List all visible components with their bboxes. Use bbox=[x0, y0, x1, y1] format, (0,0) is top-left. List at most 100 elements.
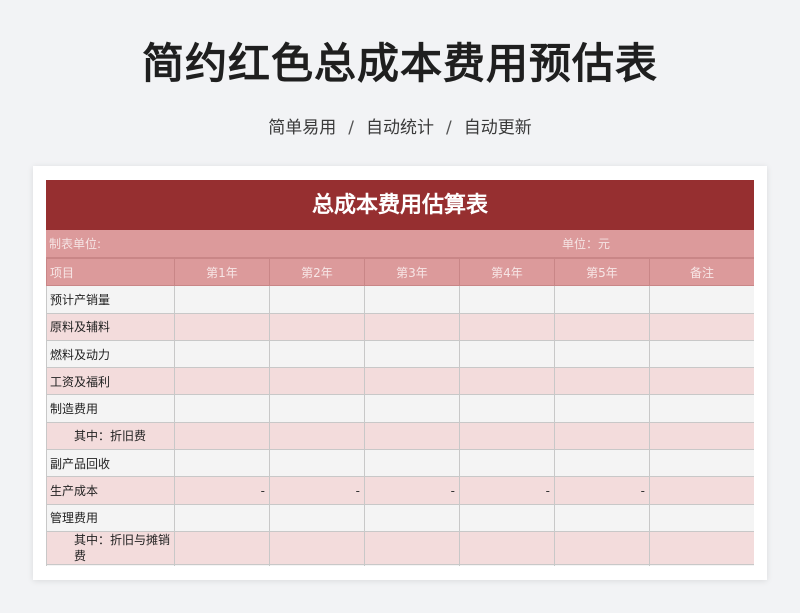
row-label: 制造费用 bbox=[46, 394, 175, 423]
table-cell[interactable] bbox=[459, 563, 555, 566]
table-cell[interactable] bbox=[459, 394, 555, 423]
table-cell[interactable] bbox=[364, 394, 460, 423]
table-cell[interactable] bbox=[364, 530, 460, 565]
table-cell[interactable] bbox=[269, 503, 365, 532]
table-cell[interactable] bbox=[649, 394, 754, 423]
table-cell[interactable] bbox=[554, 339, 650, 369]
table-cell[interactable] bbox=[649, 285, 754, 314]
row-label: 预计产销量 bbox=[46, 285, 175, 314]
tag-auto-update: 自动更新 bbox=[463, 118, 532, 138]
tag-easy: 简单易用 bbox=[268, 118, 337, 138]
table-cell[interactable] bbox=[174, 421, 270, 451]
table-cell[interactable] bbox=[364, 449, 460, 478]
table-cell[interactable] bbox=[649, 339, 754, 369]
table-body: 预计产销量 原料及辅料 燃料及动力 工资及福利 制造费用 其中：折旧费 副产品回收 生产成本 -… bbox=[46, 285, 754, 566]
row-label: 其中：折旧费 bbox=[46, 421, 175, 451]
table-cell[interactable] bbox=[649, 530, 754, 565]
column-header-notes: 备注 bbox=[649, 257, 754, 287]
table-cell[interactable] bbox=[649, 476, 754, 505]
table-cell[interactable] bbox=[364, 367, 460, 396]
table-cell[interactable] bbox=[554, 285, 650, 314]
table-cell[interactable] bbox=[269, 339, 365, 369]
column-header-year4: 第4年 bbox=[459, 257, 555, 287]
table-cell[interactable]: - bbox=[554, 476, 650, 505]
table-cell[interactable] bbox=[459, 312, 555, 341]
prepared-by-label: 制表单位: bbox=[49, 237, 102, 251]
table-cell[interactable] bbox=[269, 312, 365, 341]
table-cell[interactable] bbox=[649, 367, 754, 396]
table-cell[interactable] bbox=[269, 285, 365, 314]
table-cell[interactable] bbox=[649, 421, 754, 451]
table-cell[interactable] bbox=[649, 312, 754, 341]
column-header-row: 项目 第1年 第2年 第3年 第4年 第5年 备注 bbox=[46, 257, 754, 287]
table-cell[interactable] bbox=[554, 312, 650, 341]
table-cell[interactable] bbox=[459, 285, 555, 314]
sheet-meta-row: 制表单位: 单位：元 bbox=[46, 230, 754, 258]
table-row: 其中：折旧与摊销费 bbox=[46, 530, 754, 565]
table-cell[interactable] bbox=[174, 503, 270, 532]
table-cell[interactable] bbox=[269, 367, 365, 396]
table-cell[interactable] bbox=[269, 449, 365, 478]
column-header-year5: 第5年 bbox=[554, 257, 650, 287]
table-row: 副产品回收 bbox=[46, 449, 754, 478]
table-cell[interactable] bbox=[649, 449, 754, 478]
table-cell[interactable] bbox=[174, 449, 270, 478]
table-cell[interactable] bbox=[459, 449, 555, 478]
table-cell[interactable] bbox=[554, 394, 650, 423]
table-cell[interactable]: - bbox=[269, 476, 365, 505]
table-cell[interactable] bbox=[649, 503, 754, 532]
table-cell[interactable] bbox=[649, 563, 754, 566]
table-cell[interactable] bbox=[174, 312, 270, 341]
row-label: 销售费用 bbox=[46, 563, 175, 566]
table-cell[interactable] bbox=[174, 339, 270, 369]
row-label: 管理费用 bbox=[46, 503, 175, 532]
table-cell[interactable] bbox=[269, 394, 365, 423]
table-cell[interactable] bbox=[554, 449, 650, 478]
table-row: 制造费用 bbox=[46, 394, 754, 423]
row-label: 工资及福利 bbox=[46, 367, 175, 396]
spreadsheet-preview-card: 总成本费用估算表 制表单位: 单位：元 项目 第1年 第2年 第3年 第4年 第… bbox=[33, 166, 767, 580]
table-cell[interactable] bbox=[269, 421, 365, 451]
row-label: 生产成本 bbox=[46, 476, 175, 505]
table-cell[interactable] bbox=[174, 563, 270, 566]
table-cell[interactable]: - bbox=[174, 476, 270, 505]
table-row: 管理费用 bbox=[46, 503, 754, 532]
table-cell[interactable] bbox=[459, 530, 555, 565]
table-cell[interactable] bbox=[174, 367, 270, 396]
table-row: 预计产销量 bbox=[46, 285, 754, 314]
table-cell[interactable] bbox=[269, 563, 365, 566]
table-row: 生产成本 - - - - - bbox=[46, 476, 754, 505]
table-cell[interactable] bbox=[459, 503, 555, 532]
table-cell[interactable] bbox=[459, 367, 555, 396]
row-label: 原料及辅料 bbox=[46, 312, 175, 341]
tag-separator: / bbox=[348, 118, 354, 138]
table-cell[interactable] bbox=[459, 339, 555, 369]
table-row: 其中：折旧费 bbox=[46, 421, 754, 451]
table-cell[interactable] bbox=[554, 367, 650, 396]
page-title: 简约红色总成本费用预估表 bbox=[141, 39, 658, 88]
feature-tags: 简单易用 / 自动统计 / 自动更新 bbox=[0, 113, 800, 138]
table-cell[interactable] bbox=[554, 503, 650, 532]
table-cell[interactable] bbox=[269, 530, 365, 565]
table-cell[interactable] bbox=[459, 421, 555, 451]
table-cell[interactable] bbox=[364, 312, 460, 341]
table-cell[interactable] bbox=[364, 563, 460, 566]
table-cell[interactable] bbox=[554, 563, 650, 566]
sheet-title: 总成本费用估算表 bbox=[46, 180, 754, 230]
table-row: 原料及辅料 bbox=[46, 312, 754, 341]
table-cell[interactable] bbox=[364, 421, 460, 451]
row-label: 副产品回收 bbox=[46, 449, 175, 478]
cost-table: 项目 第1年 第2年 第3年 第4年 第5年 备注 预计产销量 原料及辅料 燃料及动… bbox=[46, 257, 754, 566]
cost-estimate-sheet: 总成本费用估算表 制表单位: 单位：元 项目 第1年 第2年 第3年 第4年 第… bbox=[46, 180, 754, 566]
table-cell[interactable] bbox=[174, 285, 270, 314]
table-cell[interactable] bbox=[554, 421, 650, 451]
table-cell[interactable] bbox=[364, 285, 460, 314]
table-cell[interactable] bbox=[554, 530, 650, 565]
table-row: 工资及福利 bbox=[46, 367, 754, 396]
table-cell[interactable] bbox=[364, 339, 460, 369]
table-cell[interactable]: - bbox=[459, 476, 555, 505]
table-cell[interactable] bbox=[364, 503, 460, 532]
table-cell[interactable] bbox=[174, 530, 270, 565]
table-cell[interactable]: - bbox=[364, 476, 460, 505]
table-cell[interactable] bbox=[174, 394, 270, 423]
